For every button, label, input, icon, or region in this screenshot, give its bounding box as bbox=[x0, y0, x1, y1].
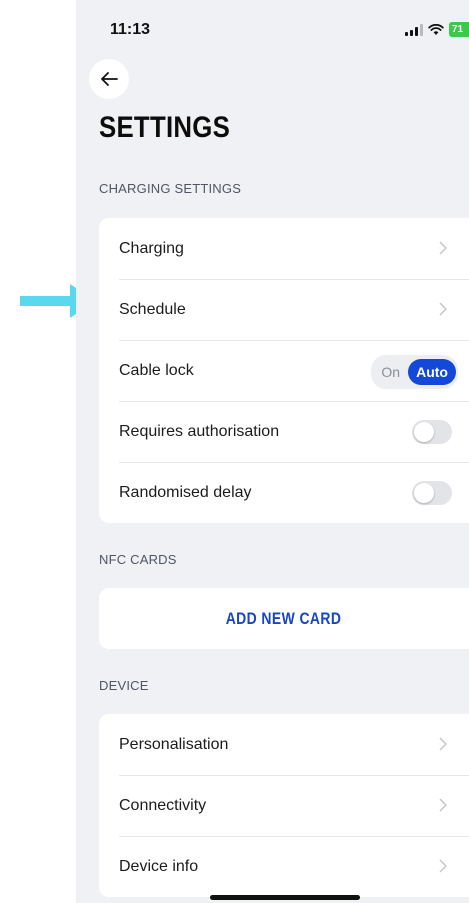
section-header-charging: CHARGING SETTINGS bbox=[99, 181, 242, 196]
row-connectivity[interactable]: Connectivity bbox=[99, 775, 469, 836]
chevron-right-icon bbox=[439, 241, 447, 255]
row-label: Charging bbox=[119, 239, 184, 257]
chevron-right-icon bbox=[439, 798, 447, 812]
row-cable-lock: Cable lock On Auto bbox=[99, 340, 469, 401]
row-randomised-delay: Randomised delay bbox=[99, 462, 469, 523]
device-card: Personalisation Connectivity Device info bbox=[99, 714, 469, 897]
row-label: Personalisation bbox=[119, 735, 229, 753]
back-button[interactable] bbox=[89, 59, 129, 99]
row-schedule[interactable]: Schedule bbox=[99, 279, 469, 340]
add-new-card-button[interactable]: ADD NEW CARD bbox=[99, 588, 469, 649]
status-icons: 71 bbox=[405, 22, 469, 37]
row-label: Cable lock bbox=[119, 361, 194, 379]
section-header-device: DEVICE bbox=[99, 678, 149, 693]
cable-lock-segmented-control: On Auto bbox=[371, 355, 458, 389]
cable-lock-option-auto[interactable]: Auto bbox=[408, 359, 456, 385]
page-title: SETTINGS bbox=[99, 111, 231, 144]
toggle-knob bbox=[414, 422, 434, 442]
row-label: Connectivity bbox=[119, 796, 207, 814]
requires-authorisation-toggle[interactable] bbox=[412, 420, 452, 444]
signal-icon bbox=[405, 23, 423, 36]
row-label: Requires authorisation bbox=[119, 422, 280, 440]
arrow-left-icon bbox=[101, 72, 118, 86]
row-requires-authorisation: Requires authorisation bbox=[99, 401, 469, 462]
battery-icon: 71 bbox=[449, 22, 469, 37]
randomised-delay-toggle[interactable] bbox=[412, 481, 452, 505]
status-time: 11:13 bbox=[110, 21, 151, 38]
add-new-card-label: ADD NEW CARD bbox=[226, 608, 342, 628]
chevron-right-icon bbox=[439, 859, 447, 873]
section-header-nfc: NFC CARDS bbox=[99, 552, 177, 567]
row-label: Schedule bbox=[119, 300, 186, 318]
chevron-right-icon bbox=[439, 737, 447, 751]
row-label: Randomised delay bbox=[119, 483, 252, 501]
row-device-info[interactable]: Device info bbox=[99, 836, 469, 897]
row-label: Device info bbox=[119, 857, 199, 875]
wifi-icon bbox=[428, 23, 444, 35]
row-charging[interactable]: Charging bbox=[99, 218, 469, 279]
phone-screen: 11:13 71 SETTINGS CHARGING SETTINGS Char… bbox=[76, 0, 469, 903]
home-indicator[interactable] bbox=[210, 895, 360, 900]
chevron-right-icon bbox=[439, 302, 447, 316]
row-personalisation[interactable]: Personalisation bbox=[99, 714, 469, 775]
status-bar: 11:13 71 bbox=[76, 0, 469, 50]
charging-settings-card: Charging Schedule Cable lock On Auto Req… bbox=[99, 218, 469, 523]
cable-lock-option-on[interactable]: On bbox=[373, 359, 408, 385]
toggle-knob bbox=[414, 483, 434, 503]
